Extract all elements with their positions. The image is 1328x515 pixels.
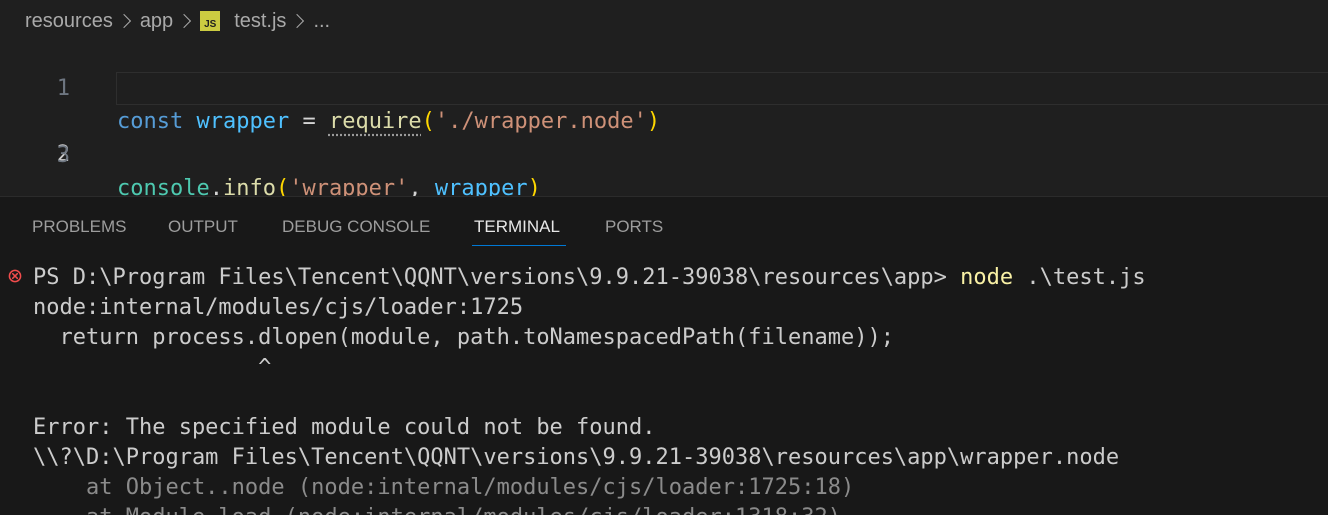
terminal-line: return process.dlopen(module, path.toNam…	[33, 325, 894, 350]
stack-trace-line: at Module.load (node:internal/modules/cj…	[33, 503, 841, 515]
breadcrumb-item-resources[interactable]: resources	[25, 10, 113, 33]
terminal-error-message: Error: The specified module could not be…	[33, 415, 656, 440]
code-line-2[interactable]: 2	[0, 72, 1328, 167]
current-line-highlight	[116, 72, 1328, 105]
vscode-window: resources app JS test.js ... 1 const wra…	[0, 0, 1328, 515]
error-circle-icon[interactable]	[8, 269, 22, 283]
javascript-file-icon: JS	[200, 11, 221, 31]
code-line-1[interactable]: 1 const wrapper = require('./wrapper.nod…	[0, 39, 1328, 134]
breadcrumb: resources app JS test.js ...	[25, 6, 330, 36]
terminal-line: node:internal/modules/cjs/loader:1725	[33, 295, 524, 320]
terminal-command-name: node	[960, 265, 1014, 290]
chevron-right-icon	[177, 13, 192, 29]
tab-ports[interactable]: PORTS	[605, 217, 663, 237]
breadcrumb-item-app[interactable]: app	[140, 10, 173, 33]
active-tab-indicator	[472, 245, 566, 246]
chevron-right-icon	[290, 13, 305, 29]
terminal-line: ^	[33, 355, 272, 380]
breadcrumb-item-symbols[interactable]: ...	[313, 10, 330, 33]
chevron-right-icon	[116, 13, 131, 29]
stack-trace-line: at Object..node (node:internal/modules/c…	[33, 475, 855, 500]
tab-problems[interactable]: PROBLEMS	[32, 217, 126, 237]
terminal-prompt: PS D:\Program Files\Tencent\QQNT\version…	[33, 265, 947, 290]
panel-tabs: PROBLEMS OUTPUT DEBUG CONSOLE TERMINAL P…	[0, 197, 1328, 247]
tab-output[interactable]: OUTPUT	[168, 217, 238, 237]
terminal-command-args: .\test.js	[1026, 265, 1146, 290]
terminal-command-line: PS D:\Program Files\Tencent\QQNT\version…	[33, 263, 1146, 293]
breadcrumb-item-test-js[interactable]: test.js	[234, 10, 286, 33]
code-editor[interactable]: 1 const wrapper = require('./wrapper.nod…	[0, 38, 1328, 201]
line-number: 3	[56, 143, 70, 168]
tab-debug-console[interactable]: DEBUG CONSOLE	[282, 217, 430, 237]
code-line-3[interactable]: 3 console.info('wrapper', wrapper)	[0, 106, 1328, 201]
tab-terminal[interactable]: TERMINAL	[474, 217, 560, 237]
terminal-output[interactable]: PS D:\Program Files\Tencent\QQNT\version…	[0, 247, 1328, 515]
bottom-panel: PROBLEMS OUTPUT DEBUG CONSOLE TERMINAL P…	[0, 196, 1328, 515]
terminal-line: \\?\D:\Program Files\Tencent\QQNT\versio…	[33, 445, 1120, 470]
